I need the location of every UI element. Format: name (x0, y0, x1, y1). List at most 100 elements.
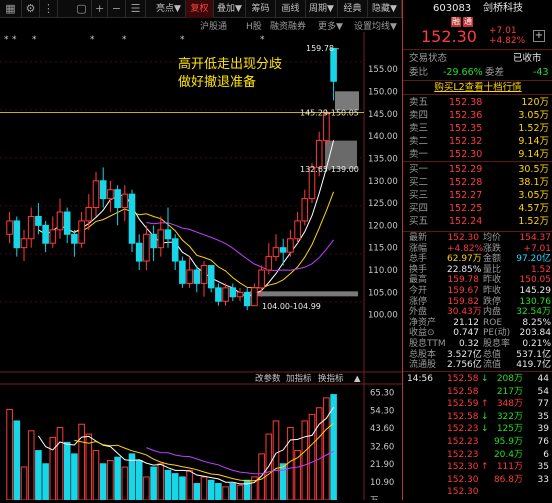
toolbar-period[interactable]: 周期▼ (306, 0, 338, 18)
tick-row: 152.30 (403, 486, 552, 499)
toolbar-overlay[interactable]: 叠加▼ (214, 0, 246, 18)
volume-bar (315, 407, 323, 501)
bid-row[interactable]: 买二 152.28 38.1万 (403, 176, 552, 189)
kline-chart-area[interactable]: * * * * * * * 159.78 -145.29-150.05 132.65-139.0… (0, 32, 402, 503)
tick-price: 152.23 (447, 437, 479, 447)
volume-bar (272, 420, 280, 501)
volume-toolbar-item: ▲ (354, 374, 361, 384)
bid-volume: 3.05万 (518, 190, 549, 201)
toolbar-chips[interactable]: 筹码 (246, 0, 276, 18)
volume-bar (85, 433, 93, 501)
volume-axis-label: 43.60 (370, 424, 394, 434)
list-icon[interactable]: ☰ (126, 0, 146, 18)
ask-row[interactable]: 卖二 152.32 9.14万 (403, 135, 552, 148)
tick-price: 152.59 (447, 399, 479, 410)
candle-body (150, 233, 157, 249)
gap-zone-1 (335, 91, 359, 111)
volume-bar (207, 479, 215, 501)
volume-bar (35, 450, 42, 501)
candle-body (265, 256, 273, 271)
volume-axis-label: 54.30 (370, 407, 394, 417)
stat-label: 昨收 (483, 286, 502, 296)
volume-bar (179, 476, 186, 501)
settings-icon[interactable]: ⚙ (22, 0, 40, 18)
tick-price: 152.23 (447, 449, 479, 460)
price-axis-label: 140.00 (368, 132, 398, 142)
volume-bar (92, 450, 100, 501)
ask-label: 卖三 (409, 123, 429, 134)
toolbar-adjust[interactable]: 复权 (186, 0, 214, 18)
tick-volume: 125万 (496, 424, 523, 435)
candle-body (236, 291, 244, 298)
volume-bar (99, 463, 107, 501)
candle-body (35, 215, 42, 226)
candle-body (243, 291, 251, 307)
toolbar-hide[interactable]: 隐藏▼ (368, 0, 402, 18)
stat-value: 62.97万 (447, 254, 482, 265)
volume-bar (56, 427, 64, 501)
chart-toolbar: ▦ ⚙ ⋮ ▢ + − ☰ 亮点▼ 复权 叠加▼ 筹码 画线 周期▼ 经典 隐藏… (0, 0, 402, 18)
volume-bar (135, 459, 143, 501)
volume-bar (143, 476, 150, 501)
add-watchlist-button[interactable]: + (533, 30, 545, 42)
tick-count: 39 (537, 424, 549, 435)
tick-volume: 86.8万 (493, 474, 523, 485)
stat-label: 涨跌 (483, 243, 502, 254)
stat-label: 内盘 (483, 307, 502, 318)
subtab-ma-settings[interactable]: 设置均线▼ (354, 19, 397, 32)
candle-body (78, 220, 85, 244)
volume-bar (236, 484, 244, 501)
volume-bar (6, 408, 13, 501)
tick-count: 6 (543, 449, 549, 460)
tick-price: 152.30 (447, 474, 479, 485)
toolbar-highlight[interactable]: 亮点▼ (152, 0, 186, 18)
stat-label: 总股本 (409, 349, 437, 360)
ask-row[interactable]: 卖三 152.35 1.52万 (403, 122, 552, 135)
candle-body (71, 233, 78, 244)
candle-body (164, 229, 172, 240)
minus-icon[interactable]: − (108, 0, 126, 18)
bid-row[interactable]: 买四 152.25 4.57万 (403, 202, 552, 215)
volume-bar (308, 413, 316, 501)
candle-body (215, 287, 222, 302)
candle-body (128, 193, 136, 244)
grid-icon[interactable]: ▦ (0, 0, 22, 18)
stat-value: 0.21% (522, 339, 551, 349)
window-icon[interactable]: ▢ (72, 0, 92, 18)
more-icon[interactable]: ⋮ (40, 0, 58, 18)
ask-volume: 9.14万 (518, 149, 549, 160)
subtab-hk-connect[interactable]: 沪股通 (200, 19, 227, 32)
candle-body (107, 189, 114, 200)
l2-banner-link[interactable]: 购买L2查看十档行情 (403, 81, 552, 94)
subtab-margin[interactable]: 融资融券 (270, 19, 306, 32)
tick-volume: 217万 (496, 386, 523, 397)
tick-count: 35 (537, 411, 549, 422)
tick-volume: 322万 (496, 411, 523, 422)
tick-row: 152.23 ↓ 125万 39 (403, 423, 552, 436)
tick-row: 14:56 152.58 ↓ 208万 44 (403, 373, 552, 386)
bid-row[interactable]: 买三 152.27 3.05万 (403, 189, 552, 202)
candle-body (186, 269, 193, 284)
volume-bar (107, 459, 114, 501)
wc-label: 委差 (485, 67, 505, 78)
bid-row[interactable]: 买一 152.29 30.5万 (403, 163, 552, 176)
toolbar-draw[interactable]: 画线 (276, 0, 306, 18)
bid-volume: 38.1万 (518, 177, 549, 188)
subtabs: 沪股通 H股 融资融券 更多▼ 设置均线▼ (0, 19, 402, 32)
price-axis-label: 135.00 (368, 154, 398, 164)
subtab-more[interactable]: 更多▼ (318, 19, 343, 32)
volume-bar (78, 423, 85, 501)
ask-row[interactable]: 卖四 152.36 3.05万 (403, 109, 552, 122)
bid-row[interactable]: 买五 152.24 1.52万 (403, 215, 552, 228)
toolbar-classic[interactable]: 经典 (338, 0, 368, 18)
stat-value: 1.52 (530, 264, 551, 275)
wc-value: -43 (533, 67, 549, 78)
plus-icon[interactable]: + (92, 0, 108, 18)
bid-label: 买五 (409, 216, 429, 227)
ask-row[interactable]: 卖五 152.38 120万 (403, 96, 552, 109)
stat-label: 流通股 (409, 360, 437, 371)
candle-body (121, 193, 129, 209)
ask-row[interactable]: 卖一 152.30 9.14万 (403, 148, 552, 161)
subtab-h-share[interactable]: H股 (246, 19, 262, 32)
volume-axis-label: 万 (370, 496, 379, 500)
